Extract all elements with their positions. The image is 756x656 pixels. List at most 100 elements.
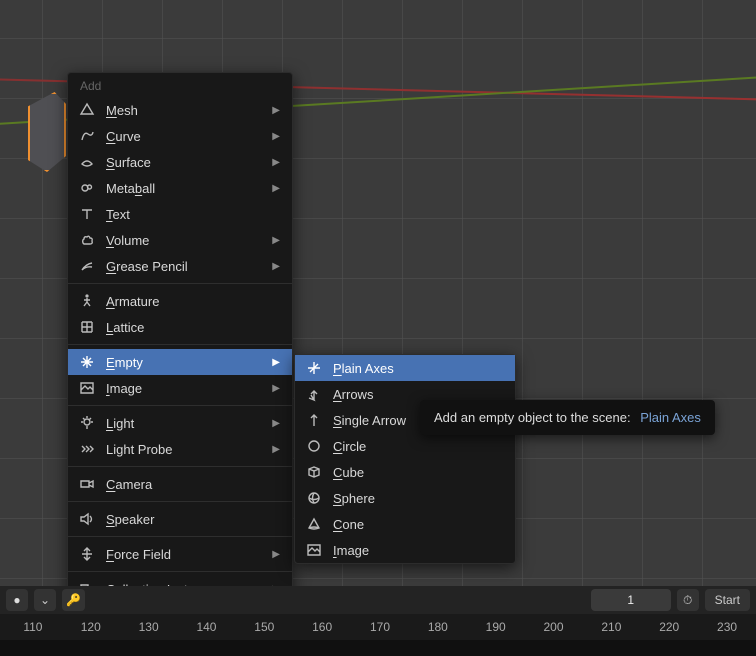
force-icon bbox=[78, 546, 96, 562]
menu-item-empty[interactable]: Empty ▶ bbox=[68, 349, 292, 375]
submenu-chevron-icon: ▶ bbox=[272, 183, 280, 194]
menu-item-grease[interactable]: Grease Pencil ▶ bbox=[68, 253, 292, 279]
menu-item-volume[interactable]: Volume▶ bbox=[68, 227, 292, 253]
menu-item-label: Plain Axes bbox=[333, 361, 503, 376]
submenu-chevron-icon: ▶ bbox=[272, 444, 280, 455]
ruler-tick: 190 bbox=[467, 620, 525, 634]
selected-cube-object[interactable] bbox=[28, 92, 66, 172]
timeline-ruler[interactable]: 110120130140150160170180190200210220230 bbox=[0, 614, 756, 640]
ruler-tick: 210 bbox=[582, 620, 640, 634]
add-menu: Add Mesh ▶ Curve ▶ Surface ▶ Metaball ▶ Text Volu… bbox=[67, 72, 293, 603]
menu-item-light[interactable]: Light ▶ bbox=[68, 410, 292, 436]
ruler-tick: 140 bbox=[178, 620, 236, 634]
menu-separator bbox=[68, 501, 292, 502]
menu-item-metaball[interactable]: Metaball ▶ bbox=[68, 175, 292, 201]
curve-icon bbox=[78, 128, 96, 144]
menu-item-label: Curve bbox=[106, 129, 262, 144]
circle-icon bbox=[305, 438, 323, 454]
volume-icon bbox=[78, 232, 96, 248]
menu-item-lattice[interactable]: Lattice bbox=[68, 314, 292, 340]
metaball-icon bbox=[78, 180, 96, 196]
menu-item-label: Image bbox=[333, 543, 503, 558]
menu-item-label: Sphere bbox=[333, 491, 503, 506]
menu-item-cone[interactable]: Cone bbox=[295, 511, 515, 537]
submenu-chevron-icon: ▶ bbox=[272, 418, 280, 429]
menu-separator bbox=[68, 571, 292, 572]
armature-icon bbox=[78, 293, 96, 309]
menu-item-camera[interactable]: Camera bbox=[68, 471, 292, 497]
footer-strip bbox=[0, 640, 756, 656]
menu-item-lightprobe[interactable]: Light Probe ▶ bbox=[68, 436, 292, 462]
menu-item-label: Cone bbox=[333, 517, 503, 532]
tooltip-text: Add an empty object to the scene: bbox=[434, 410, 631, 425]
menu-item-label: Armature bbox=[106, 294, 280, 309]
menu-item-label: Surface bbox=[106, 155, 262, 170]
menu-item-label: Mesh bbox=[106, 103, 262, 118]
light-icon bbox=[78, 415, 96, 431]
menu-item-image[interactable]: Image▶ bbox=[68, 375, 292, 401]
menu-item-label: Camera bbox=[106, 477, 280, 492]
ruler-tick: 130 bbox=[120, 620, 178, 634]
menu-item-sphere[interactable]: Sphere bbox=[295, 485, 515, 511]
menu-item-mesh[interactable]: Mesh ▶ bbox=[68, 97, 292, 123]
camera-icon bbox=[78, 476, 96, 492]
menu-item-text[interactable]: Text bbox=[68, 201, 292, 227]
menu-item-curve[interactable]: Curve ▶ bbox=[68, 123, 292, 149]
submenu-chevron-icon: ▶ bbox=[272, 261, 280, 272]
menu-item-label: Light Probe bbox=[106, 442, 262, 457]
cube-icon bbox=[305, 464, 323, 480]
menu-item-armature[interactable]: Armature bbox=[68, 288, 292, 314]
frame-start-label[interactable]: Start bbox=[705, 589, 750, 611]
tooltip-highlight: Plain Axes bbox=[640, 410, 701, 425]
menu-separator bbox=[68, 405, 292, 406]
empty-submenu: Plain AxesArrowsSingle ArrowCircleCubeSp… bbox=[294, 354, 516, 564]
auto-key-dropdown[interactable]: ⌄ bbox=[34, 589, 56, 611]
menu-separator bbox=[68, 344, 292, 345]
sphere-icon bbox=[305, 490, 323, 506]
ruler-tick: 170 bbox=[351, 620, 409, 634]
grease-icon bbox=[78, 258, 96, 274]
ruler-tick: 220 bbox=[640, 620, 698, 634]
menu-item-surface[interactable]: Surface ▶ bbox=[68, 149, 292, 175]
menu-item-cube[interactable]: Cube bbox=[295, 459, 515, 485]
menu-item-plain-axes[interactable]: Plain Axes bbox=[295, 355, 515, 381]
menu-item-label: Force Field bbox=[106, 547, 262, 562]
text-icon bbox=[78, 206, 96, 222]
submenu-chevron-icon: ▶ bbox=[272, 235, 280, 246]
menu-item-label: Grease Pencil bbox=[106, 259, 262, 274]
ruler-tick: 200 bbox=[525, 620, 583, 634]
menu-item-image[interactable]: Image bbox=[295, 537, 515, 563]
menu-item-label: Empty bbox=[106, 355, 262, 370]
menu-item-label: Circle bbox=[333, 439, 503, 454]
keying-button[interactable]: 🔑 bbox=[62, 589, 85, 611]
menu-separator bbox=[68, 466, 292, 467]
cone-icon bbox=[305, 516, 323, 532]
arrows-icon bbox=[305, 386, 323, 402]
submenu-chevron-icon: ▶ bbox=[272, 549, 280, 560]
menu-item-label: Metaball bbox=[106, 181, 262, 196]
menu-item-speaker[interactable]: Speaker bbox=[68, 506, 292, 532]
tooltip: Add an empty object to the scene: Plain … bbox=[420, 400, 715, 435]
submenu-chevron-icon: ▶ bbox=[272, 131, 280, 142]
ruler-tick: 180 bbox=[409, 620, 467, 634]
singlearrow-icon bbox=[305, 412, 323, 428]
menu-item-label: Text bbox=[106, 207, 280, 222]
submenu-chevron-icon: ▶ bbox=[272, 157, 280, 168]
current-frame-field[interactable]: 1 bbox=[591, 589, 671, 611]
empty-icon bbox=[78, 354, 96, 370]
menu-item-label: Speaker bbox=[106, 512, 280, 527]
submenu-chevron-icon: ▶ bbox=[272, 105, 280, 116]
auto-key-record-button[interactable]: ● bbox=[6, 589, 28, 611]
surface-icon bbox=[78, 154, 96, 170]
submenu-chevron-icon: ▶ bbox=[272, 357, 280, 368]
add-menu-title: Add bbox=[68, 73, 292, 97]
timeline-header: ● ⌄ 🔑 1 ⏱ Start bbox=[0, 586, 756, 614]
image-icon bbox=[305, 542, 323, 558]
menu-item-label: Light bbox=[106, 416, 262, 431]
menu-item-forcefield[interactable]: Force Field ▶ bbox=[68, 541, 292, 567]
menu-item-circle[interactable]: Circle bbox=[295, 433, 515, 459]
lattice-icon bbox=[78, 319, 96, 335]
ruler-tick: 150 bbox=[235, 620, 293, 634]
menu-item-label: Lattice bbox=[106, 320, 280, 335]
ruler-tick: 160 bbox=[293, 620, 351, 634]
